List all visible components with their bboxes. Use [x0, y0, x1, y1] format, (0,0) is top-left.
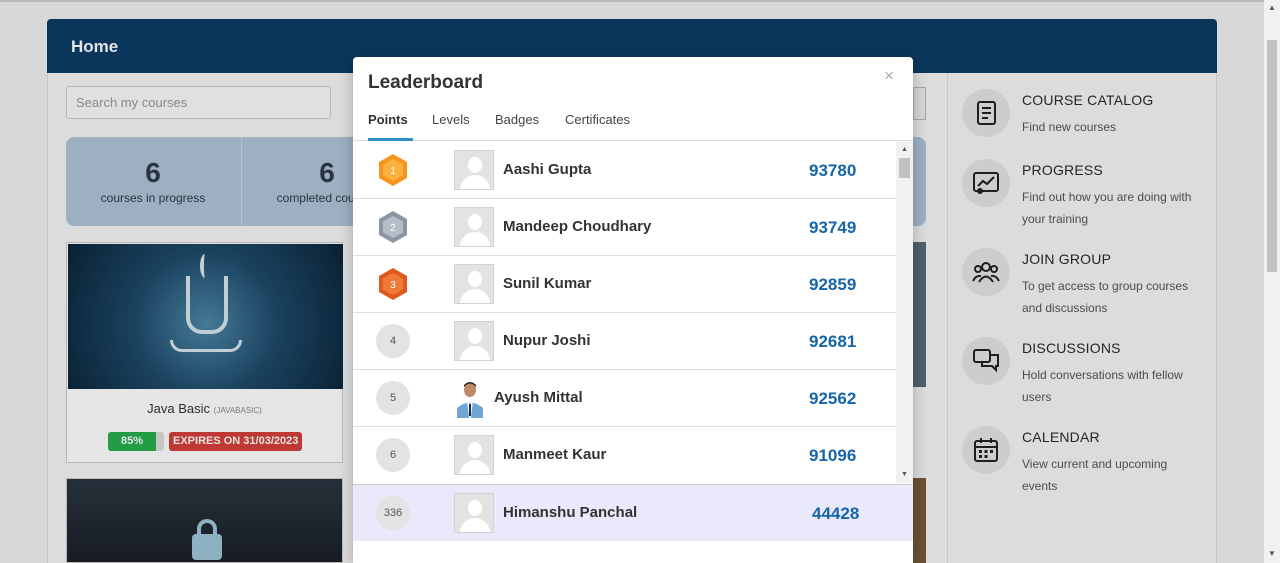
rank-number: 3: [390, 280, 396, 291]
leaderboard-modal: Leaderboard × Points Levels Badges Certi…: [353, 57, 913, 563]
avatar: [454, 378, 486, 418]
page-scrollbar-thumb[interactable]: [1267, 40, 1277, 272]
user-name: Nupur Joshi: [503, 332, 591, 349]
leaderboard-scrollbar-thumb[interactable]: [899, 158, 910, 178]
rank-number: 1: [390, 166, 396, 177]
silver-medal-icon: 2: [376, 210, 410, 244]
rank-number: 6: [376, 438, 410, 472]
user-name: Manmeet Kaur: [503, 446, 607, 463]
avatar: [454, 493, 494, 533]
scroll-up-arrow-icon[interactable]: ▲: [901, 146, 908, 153]
scroll-down-arrow-icon[interactable]: ▼: [1268, 549, 1276, 558]
avatar: [454, 321, 494, 361]
current-user-row: 336 Himanshu Panchal 44428: [353, 484, 913, 541]
leaderboard-row: 5 Ayush Mittal 92562: [353, 370, 896, 427]
user-name: Ayush Mittal: [494, 389, 583, 406]
tab-certificates[interactable]: Certificates: [565, 112, 630, 127]
user-name: Himanshu Panchal: [503, 504, 638, 521]
avatar: [454, 264, 494, 304]
modal-title: Leaderboard: [368, 72, 484, 93]
user-points: 91096: [809, 446, 857, 465]
leaderboard-row: 3 Sunil Kumar 92859: [353, 256, 896, 313]
user-name: Aashi Gupta: [503, 161, 592, 178]
active-tab-indicator: [368, 138, 413, 141]
scroll-up-arrow-icon[interactable]: ▲: [1268, 3, 1276, 12]
user-points: 44428: [812, 504, 860, 523]
rank-number: 336: [376, 496, 410, 530]
user-name: Mandeep Choudhary: [503, 218, 652, 235]
rank-number: 2: [390, 223, 396, 234]
page-scrollbar[interactable]: ▲ ▼: [1264, 0, 1280, 563]
tab-badges[interactable]: Badges: [495, 112, 539, 127]
scroll-down-arrow-icon[interactable]: ▼: [901, 471, 908, 478]
avatar: [454, 150, 494, 190]
user-name: Sunil Kumar: [503, 275, 592, 292]
user-points: 93780: [809, 161, 857, 180]
avatar: [454, 435, 494, 475]
user-points: 92562: [809, 389, 857, 408]
leaderboard-row: 4 Nupur Joshi 92681: [353, 313, 896, 370]
tab-points[interactable]: Points: [368, 112, 408, 127]
leaderboard-row: 6 Manmeet Kaur 91096: [353, 427, 896, 483]
bronze-medal-icon: 3: [376, 267, 410, 301]
rank-number: 4: [376, 324, 410, 358]
leaderboard-row: 2 Mandeep Choudhary 93749: [353, 199, 896, 256]
gold-medal-icon: 1: [376, 153, 410, 187]
leaderboard-row: 1 Aashi Gupta 93780: [353, 142, 896, 199]
rank-number: 5: [376, 381, 410, 415]
user-points: 93749: [809, 218, 857, 237]
leaderboard-list: 1 Aashi Gupta 93780 2 Mandeep Choudhary …: [353, 142, 896, 483]
close-icon[interactable]: ×: [884, 66, 894, 86]
leaderboard-scrollbar[interactable]: ▲ ▼: [896, 142, 913, 483]
leaderboard-tabs: Points Levels Badges Certificates: [353, 103, 913, 141]
user-points: 92681: [809, 332, 857, 351]
avatar: [454, 207, 494, 247]
user-points: 92859: [809, 275, 857, 294]
tab-levels[interactable]: Levels: [432, 112, 470, 127]
